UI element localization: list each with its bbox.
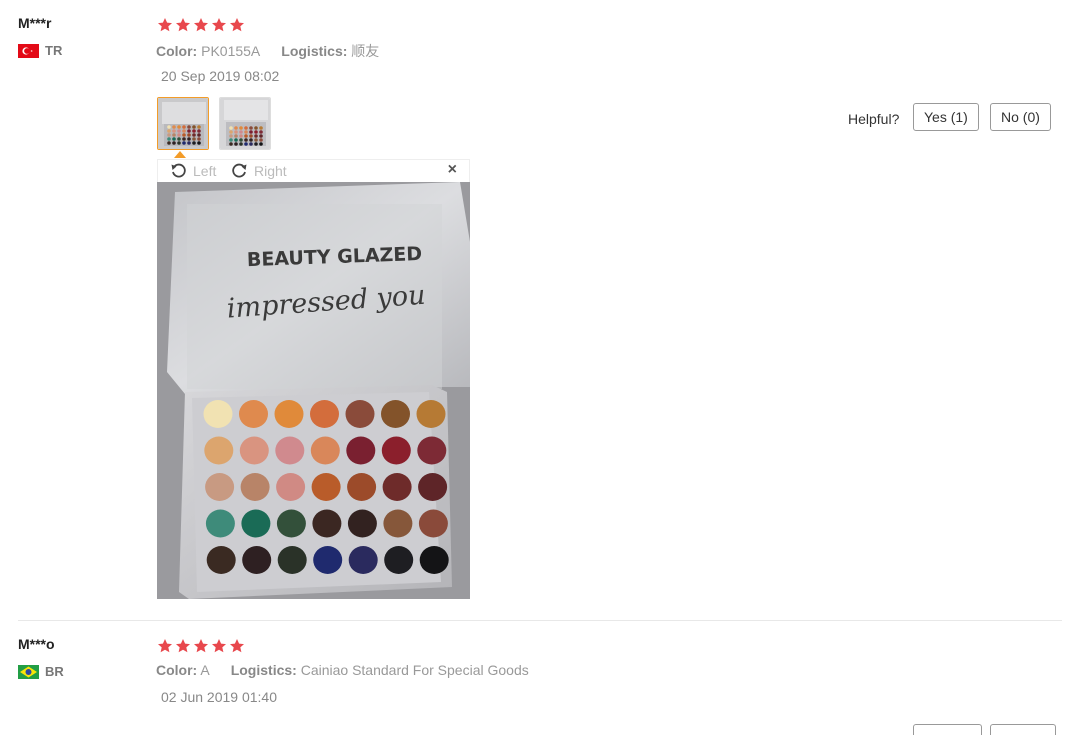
reviewer-country: TR: [18, 43, 62, 58]
eyeshadow-pan: [347, 509, 377, 538]
eyeshadow-pan: [205, 473, 235, 501]
review-attributes: Color: PK0155A Logistics: 顺友: [156, 41, 379, 61]
eyeshadow-pan: [313, 546, 343, 574]
review-date: 02 Jun 2019 01:40: [161, 689, 277, 705]
color-label: Color:: [156, 43, 198, 59]
eyeshadow-pan: [310, 436, 340, 465]
eyeshadow-pan: [239, 400, 268, 428]
rotate-right-label: Right: [254, 162, 287, 179]
photo-viewer-toolbar: Left Right ×: [157, 159, 470, 182]
eyeshadow-pan: [312, 509, 342, 538]
eyeshadow-pan: [203, 400, 233, 428]
eyeshadow-pan: [347, 473, 377, 501]
eyeshadow-pan: [381, 436, 411, 465]
eyeshadow-pan: [416, 400, 446, 428]
logistics-value: 顺友: [351, 43, 380, 59]
eyeshadow-pan: [204, 436, 234, 465]
eyeshadow-pan: [311, 473, 341, 501]
review-photo-large[interactable]: BEAUTY GLAZED impressed you: [157, 182, 470, 599]
eyeshadow-pan: [418, 509, 448, 538]
color-label: Color:: [156, 662, 198, 678]
eyeshadow-pan: [345, 400, 375, 428]
thumbnail-pointer: [174, 151, 186, 158]
eyeshadow-pan: [275, 436, 305, 465]
rotate-left-label: Left: [193, 162, 217, 179]
logistics-label: Logistics:: [281, 43, 348, 59]
eyeshadow-pan: [206, 546, 236, 574]
eyeshadow-pan: [419, 546, 449, 574]
eyeshadow-pan: [242, 546, 272, 574]
star-icon: [194, 639, 208, 653]
star-icon: [194, 18, 208, 32]
turkey-flag-icon: [18, 43, 39, 58]
star-icon: [230, 639, 244, 653]
eyeshadow-pan: [310, 400, 339, 428]
eyeshadow-pan: [205, 509, 235, 538]
review-divider: [18, 620, 1062, 621]
eyeshadow-pan: [241, 509, 271, 538]
review-photo-thumbnail[interactable]: [219, 97, 271, 150]
review-photo-thumbnail[interactable]: [157, 97, 209, 150]
logistics-label: Logistics:: [230, 662, 297, 678]
star-icon: [212, 639, 226, 653]
review-attributes: Color: A Logistics: Cainiao Standard For…: [156, 662, 529, 678]
reviewer-name: M***r: [18, 15, 52, 31]
helpful-no-button[interactable]: [990, 724, 1056, 735]
eyeshadow-pan: [383, 509, 413, 538]
rotate-right-button[interactable]: Right: [231, 162, 287, 179]
eyeshadow-pan: [274, 400, 304, 428]
eyeshadow-pan: [417, 436, 447, 465]
star-icon: [176, 18, 190, 32]
eyeshadow-pan: [276, 473, 306, 501]
star-icon: [230, 18, 244, 32]
rotate-right-icon: [232, 163, 247, 178]
rotate-left-button[interactable]: Left: [170, 162, 216, 179]
country-code: TR: [45, 43, 63, 58]
eyeshadow-pan: [239, 436, 269, 465]
brazil-flag-icon: [18, 664, 39, 679]
review-date: 20 Sep 2019 08:02: [161, 68, 280, 84]
logistics-value: Cainiao Standard For Special Goods: [300, 662, 529, 678]
helpful-yes-button[interactable]: [913, 724, 982, 735]
star-rating: [157, 638, 245, 654]
star-icon: [176, 639, 190, 653]
eyeshadow-pan: [382, 473, 412, 501]
reviewer-name: M***o: [18, 636, 55, 652]
eyeshadow-pan: [346, 436, 376, 465]
star-icon: [158, 639, 172, 653]
eyeshadow-pan: [381, 400, 410, 428]
helpful-no-button[interactable]: No (0): [990, 103, 1051, 131]
close-viewer-icon[interactable]: ×: [448, 161, 457, 179]
star-icon: [212, 18, 226, 32]
reviewer-country: BR: [18, 664, 64, 679]
star-icon: [158, 18, 172, 32]
helpful-yes-button[interactable]: Yes (1): [913, 103, 979, 131]
country-code: BR: [45, 664, 64, 679]
rotate-left-icon: [171, 163, 186, 178]
eyeshadow-pan: [276, 509, 306, 538]
eyeshadow-pan: [277, 546, 307, 574]
helpful-prompt: Helpful?: [848, 111, 900, 127]
eyeshadow-pan: [418, 473, 448, 501]
star-rating: [157, 17, 245, 33]
color-value: PK0155A: [201, 43, 260, 59]
eyeshadow-pan: [240, 473, 270, 501]
eyeshadow-pan: [384, 546, 414, 574]
color-value: A: [200, 662, 209, 678]
eyeshadow-pan: [348, 546, 378, 574]
